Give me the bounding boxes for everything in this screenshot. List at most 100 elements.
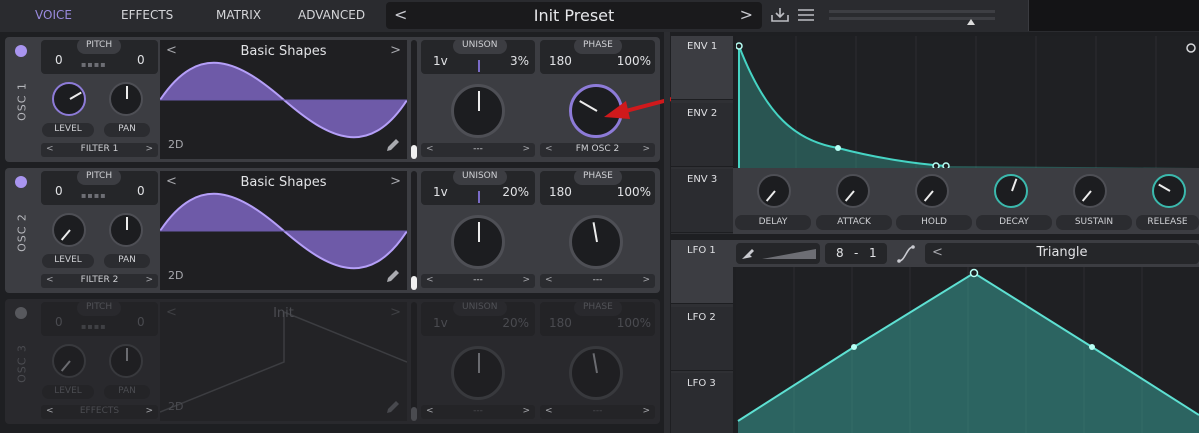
preset-selector[interactable]: < Init Preset > [386, 2, 762, 29]
osc-1-wavetable[interactable]: < Basic Shapes > 2D [160, 40, 407, 159]
lfo-graph[interactable] [736, 267, 1199, 433]
decay-knob[interactable] [994, 174, 1028, 208]
tab-env-3[interactable]: ENV 3 [671, 169, 733, 233]
unison-detune[interactable]: 20% [502, 185, 529, 199]
osc-1-wave-name[interactable]: Basic Shapes [160, 44, 407, 59]
preset-next-button[interactable]: > [740, 5, 753, 24]
osc-3-phase-knob[interactable] [569, 346, 623, 400]
pencil-icon[interactable] [385, 268, 401, 284]
delay-label: DELAY [735, 215, 811, 230]
phase-value[interactable]: 180 [549, 185, 572, 199]
osc-2-wave-dimension[interactable]: 2D [168, 269, 183, 282]
wave-next-button[interactable]: > [390, 174, 401, 189]
transpose-value[interactable]: 0 [55, 184, 63, 198]
tab-matrix[interactable]: MATRIX [216, 0, 261, 32]
menu-icon[interactable] [796, 6, 816, 24]
envelope-graph[interactable] [736, 36, 1199, 168]
sustain-knob[interactable] [1073, 174, 1107, 208]
tab-env-1[interactable]: ENV 1 [671, 36, 733, 100]
osc-3-pitch-box: PITCH 0 ▪▪▪▪ 0 [41, 300, 158, 336]
osc-2-unison-knob[interactable] [451, 215, 505, 269]
tab-lfo-3[interactable]: LFO 3 [671, 373, 733, 433]
phase-label: PHASE [574, 169, 622, 185]
pencil-icon[interactable] [385, 399, 401, 415]
phase-value[interactable]: 180 [549, 54, 572, 68]
unison-label: UNISON [453, 38, 507, 54]
tab-lfo-2[interactable]: LFO 2 [671, 307, 733, 371]
pan-label: PAN [104, 123, 150, 137]
osc-1-phase-mod-select[interactable]: < FM OSC 2 > [540, 143, 655, 157]
osc-1-filter-select[interactable]: < FILTER 1 > [41, 143, 158, 157]
pencil-icon[interactable] [385, 137, 401, 153]
phase-value[interactable]: 180 [549, 316, 572, 330]
phase-random[interactable]: 100% [617, 185, 651, 199]
lfo-smooth-control[interactable] [736, 243, 820, 264]
tune-value[interactable]: 0 [137, 184, 145, 198]
osc-2-frame-slider[interactable] [411, 171, 417, 290]
osc-3-pan-knob[interactable] [109, 344, 143, 378]
osc-2-unison-mod-select[interactable]: < --- > [421, 274, 535, 288]
osc-3-unison-knob[interactable] [451, 346, 505, 400]
lfo-shape-name[interactable]: Triangle [925, 245, 1199, 260]
volume-marker[interactable] [967, 19, 975, 25]
osc-2-phase-knob[interactable] [569, 215, 623, 269]
osc-3-enable-toggle[interactable] [15, 307, 27, 319]
lfo-toolbar: 8 - 1 < Triangle [733, 240, 1199, 267]
lfo-shape-select[interactable]: < Triangle [925, 243, 1199, 264]
tab-env-2[interactable]: ENV 2 [671, 103, 733, 167]
osc-3-frame-slider[interactable] [411, 302, 417, 421]
unison-voices[interactable]: 1v [433, 54, 448, 68]
osc-3-level-knob[interactable] [52, 344, 86, 378]
osc-1-pan-knob[interactable] [109, 82, 143, 116]
phase-random[interactable]: 100% [617, 316, 651, 330]
osc-2-wavetable[interactable]: < Basic Shapes > 2D [160, 171, 407, 290]
osc-2-level-knob[interactable] [52, 213, 86, 247]
tune-value[interactable]: 0 [137, 315, 145, 329]
unison-voices[interactable]: 1v [433, 185, 448, 199]
lfo-rate-control[interactable]: 8 - 1 [825, 243, 887, 264]
osc-3-phase-box: PHASE 180 100% [540, 300, 655, 336]
phase-random[interactable]: 100% [617, 54, 651, 68]
curve-icon[interactable] [896, 244, 916, 264]
transpose-value[interactable]: 0 [55, 315, 63, 329]
osc-1-unison-mod-select[interactable]: < --- > [421, 143, 535, 157]
osc-1-level-knob[interactable] [52, 82, 86, 116]
osc-2-filter-select[interactable]: < FILTER 2 > [41, 274, 158, 288]
osc-2-wave-name[interactable]: Basic Shapes [160, 175, 407, 190]
delay-knob[interactable] [757, 174, 791, 208]
osc-3-unison-mod-select[interactable]: < --- > [421, 405, 535, 419]
osc-3-wave-dimension[interactable]: 2D [168, 400, 183, 413]
osc-3-destination-select[interactable]: < EFFECTS > [41, 405, 158, 419]
save-icon[interactable] [770, 6, 790, 24]
osc-3-title: OSC 3 [15, 344, 29, 383]
osc-1-frame-slider[interactable] [411, 40, 417, 159]
tab-lfo-1[interactable]: LFO 1 [671, 240, 733, 304]
lfo-tabs: LFO 1 LFO 2 LFO 3 [671, 240, 733, 433]
level-label: LEVEL [42, 385, 94, 399]
unison-label: UNISON [453, 300, 507, 316]
tab-advanced[interactable]: ADVANCED [298, 0, 365, 32]
wave-next-button[interactable]: > [390, 305, 401, 320]
volume-meter[interactable] [829, 8, 1023, 25]
osc-2-pan-knob[interactable] [109, 213, 143, 247]
osc-2-phase-mod-select[interactable]: < --- > [540, 274, 655, 288]
tab-effects[interactable]: EFFECTS [121, 0, 173, 32]
osc-1-enable-toggle[interactable] [15, 45, 27, 57]
unison-detune[interactable]: 20% [502, 316, 529, 330]
osc-2-enable-toggle[interactable] [15, 176, 27, 188]
osc-1-unison-knob[interactable] [451, 84, 505, 138]
osc-1-wave-dimension[interactable]: 2D [168, 138, 183, 151]
tab-voice[interactable]: VOICE [35, 0, 72, 32]
hold-knob[interactable] [915, 174, 949, 208]
osc-3-phase-mod-select[interactable]: < --- > [540, 405, 655, 419]
tune-value[interactable]: 0 [137, 53, 145, 67]
osc-3-wave-name[interactable]: Init [160, 306, 407, 321]
preset-name[interactable]: Init Preset [386, 6, 762, 25]
unison-voices[interactable]: 1v [433, 316, 448, 330]
wave-next-button[interactable]: > [390, 43, 401, 58]
transpose-value[interactable]: 0 [55, 53, 63, 67]
osc-3-wavetable[interactable]: < Init > 2D [160, 302, 407, 421]
unison-detune[interactable]: 3% [510, 54, 529, 68]
release-knob[interactable] [1152, 174, 1186, 208]
attack-knob[interactable] [836, 174, 870, 208]
